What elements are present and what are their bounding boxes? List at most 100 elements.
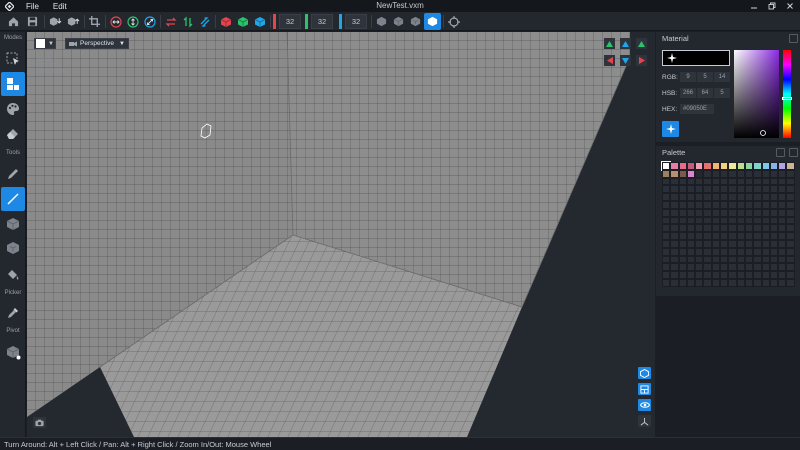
palette-swatch[interactable] [670, 271, 679, 279]
rgb-r-field[interactable]: 9 [680, 72, 696, 82]
saturation-value-picker[interactable] [734, 50, 779, 138]
pivot-cube-icon[interactable] [1, 341, 25, 363]
palette-swatch[interactable] [686, 177, 696, 186]
palette-swatch[interactable] [662, 200, 671, 209]
palette-swatch[interactable] [769, 263, 779, 272]
palette-swatch[interactable] [786, 224, 795, 233]
palette-swatch[interactable] [703, 247, 712, 256]
palette-swatch[interactable] [686, 255, 696, 264]
palette-swatch[interactable] [778, 271, 787, 279]
mirror-z-icon[interactable] [141, 13, 158, 30]
palette-swatch[interactable] [662, 185, 671, 194]
palette-swatch[interactable] [786, 208, 795, 217]
palette-swatch[interactable] [678, 162, 687, 170]
palette-swatch[interactable] [786, 232, 795, 240]
rotate-x-cube-icon[interactable] [217, 13, 234, 30]
palette-swatch[interactable] [744, 162, 754, 170]
palette-swatch[interactable] [753, 232, 762, 240]
palette-swatch[interactable] [720, 177, 729, 186]
palette-swatch[interactable] [786, 255, 795, 264]
palette-swatch[interactable] [769, 208, 779, 217]
palette-menu-icon[interactable] [776, 148, 785, 157]
palette-swatch[interactable] [678, 247, 687, 256]
palette-swatch[interactable] [736, 247, 745, 256]
palette-swatch[interactable] [662, 224, 671, 233]
palette-swatch[interactable] [769, 169, 779, 178]
flip-x-icon[interactable] [162, 13, 179, 30]
palette-swatch[interactable] [720, 200, 729, 209]
palette-swatch[interactable] [736, 216, 745, 225]
palette-swatch[interactable] [786, 185, 795, 194]
palette-swatch[interactable] [660, 161, 672, 171]
palette-swatch[interactable] [662, 263, 671, 272]
palette-swatch[interactable] [769, 247, 779, 256]
palette-swatch[interactable] [753, 278, 762, 287]
palette-swatch[interactable] [786, 193, 795, 201]
palette-swatch[interactable] [695, 263, 704, 272]
palette-swatch[interactable] [778, 193, 787, 201]
palette-swatch[interactable] [695, 271, 704, 279]
palette-swatch[interactable] [753, 169, 762, 178]
hue-slider[interactable] [783, 50, 791, 138]
palette-swatch[interactable] [703, 200, 712, 209]
palette-swatch[interactable] [686, 278, 696, 287]
palette-swatch[interactable] [786, 247, 795, 256]
palette-swatch[interactable] [670, 200, 679, 209]
palette-swatch[interactable] [695, 185, 704, 194]
palette-swatch[interactable] [778, 232, 787, 240]
palette-swatch[interactable] [686, 271, 696, 279]
wireframe-toggle-icon[interactable] [638, 367, 651, 379]
palette-swatch[interactable] [678, 208, 687, 217]
palette-swatch[interactable] [711, 208, 721, 217]
palette-swatch[interactable] [761, 224, 770, 233]
menu-file[interactable]: File [26, 2, 39, 11]
crop-icon[interactable] [86, 13, 103, 30]
palette-swatch[interactable] [761, 247, 770, 256]
palette-swatch[interactable] [736, 200, 745, 209]
palette-swatch[interactable] [786, 200, 795, 209]
shape-sphere-icon[interactable] [390, 13, 407, 30]
screenshot-camera-icon[interactable] [33, 417, 46, 428]
palette-swatch[interactable] [753, 177, 762, 186]
pencil-tool-icon[interactable] [1, 163, 25, 185]
palette-swatch[interactable] [720, 232, 729, 240]
palette-swatch[interactable] [678, 224, 687, 233]
nav-up-right-icon[interactable] [636, 38, 647, 49]
palette-swatch[interactable] [786, 263, 795, 272]
palette-swatch[interactable] [711, 185, 721, 194]
palette-swatch[interactable] [711, 271, 721, 279]
palette-swatch[interactable] [686, 169, 696, 178]
palette-swatch[interactable] [703, 278, 712, 287]
voxel-mode-icon[interactable] [1, 72, 25, 96]
palette-swatch[interactable] [744, 247, 754, 256]
palette-swatch[interactable] [728, 239, 737, 248]
palette-swatch[interactable] [720, 208, 729, 217]
palette-swatch[interactable] [761, 208, 770, 217]
fill-bucket-icon[interactable] [1, 263, 25, 285]
palette-swatch[interactable] [703, 169, 712, 178]
hsb-s-field[interactable]: 64 [697, 88, 713, 98]
palette-swatch[interactable] [662, 239, 671, 248]
palette-swatch[interactable] [670, 216, 679, 225]
palette-swatch[interactable] [753, 263, 762, 272]
shape-cube-icon[interactable] [373, 13, 390, 30]
palette-swatch[interactable] [728, 232, 737, 240]
palette-swatch[interactable] [736, 224, 745, 233]
palette-swatch[interactable] [720, 193, 729, 201]
hsb-h-field[interactable]: 266 [680, 88, 696, 98]
palette-swatch[interactable] [662, 255, 671, 264]
paint-palette-icon[interactable] [1, 98, 25, 120]
palette-swatch[interactable] [744, 208, 754, 217]
mirror-y-icon[interactable] [124, 13, 141, 30]
palette-swatch[interactable] [703, 239, 712, 248]
palette-swatch[interactable] [678, 278, 687, 287]
palette-swatch[interactable] [670, 177, 679, 186]
palette-swatch[interactable] [703, 232, 712, 240]
palette-swatch[interactable] [728, 247, 737, 256]
palette-swatch[interactable] [662, 278, 671, 287]
hex-field[interactable]: #09050E [680, 104, 714, 114]
palette-swatch[interactable] [662, 247, 671, 256]
select-mode-icon[interactable] [1, 48, 25, 70]
palette-swatch[interactable] [720, 162, 729, 170]
palette-swatch[interactable] [786, 162, 795, 170]
